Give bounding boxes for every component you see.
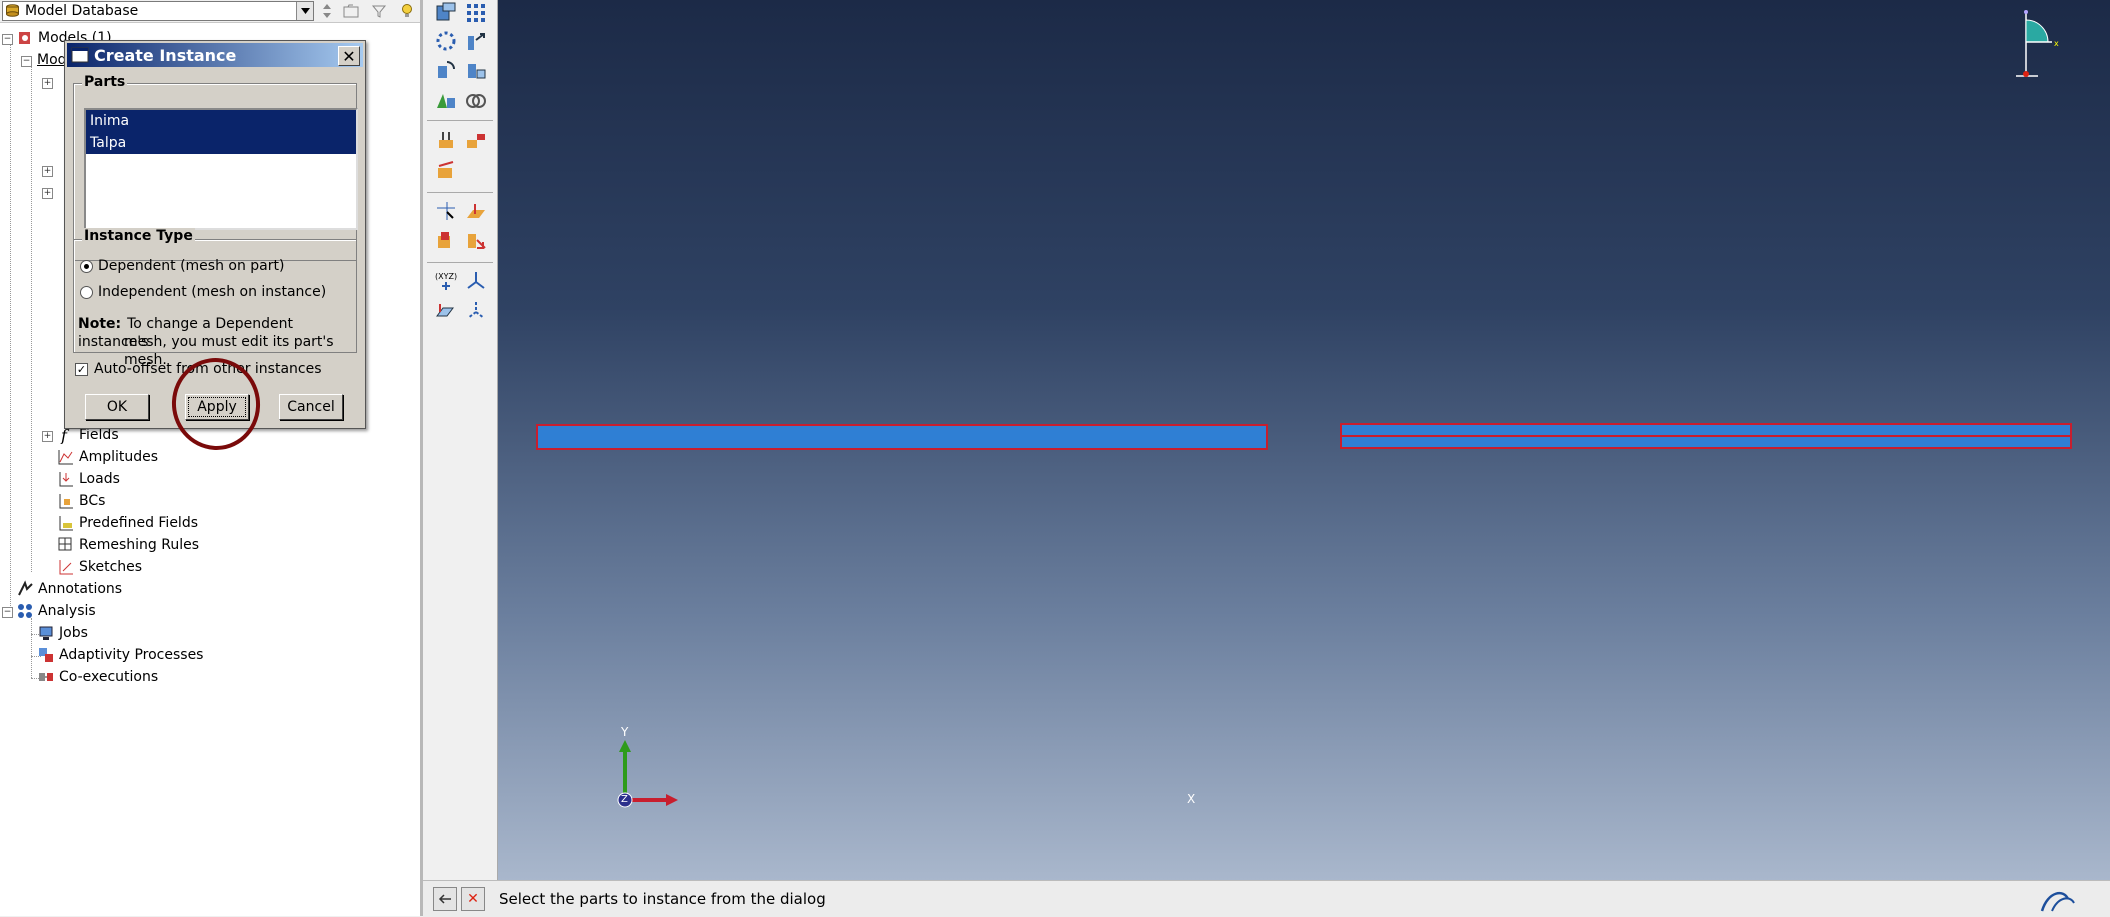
tree-expander[interactable]: + (42, 166, 53, 177)
tree-item-adaptivity-processes[interactable]: Adaptivity Processes (37, 645, 203, 665)
tree-item-loads[interactable]: Loads (57, 469, 120, 489)
tree-item-annotations[interactable]: Annotations (16, 579, 122, 599)
tree-expander[interactable]: − (2, 607, 13, 618)
radio-selected-icon[interactable] (80, 259, 93, 273)
co-executions-icon (39, 673, 53, 681)
list-item[interactable]: Talpa (86, 132, 356, 154)
apply-button[interactable]: Apply (185, 394, 249, 420)
part-instance-talpa[interactable] (1340, 423, 2072, 449)
remeshing-rules-icon (58, 537, 72, 551)
graphics-viewport[interactable]: x Y X Z (498, 0, 2110, 880)
axis-triad-tool-icon[interactable] (463, 268, 489, 294)
dialog-title-bar[interactable]: Create Instance ✕ (67, 43, 363, 67)
cancel-x-icon[interactable]: ✕ (461, 887, 485, 911)
create-instance-dialog: Create Instance ✕ Parts Inima Talpa Inst… (64, 40, 366, 429)
sketches-icon (59, 560, 73, 575)
close-icon[interactable]: ✕ (338, 46, 360, 66)
list-item[interactable]: Inima (86, 110, 356, 132)
models-icon (19, 32, 30, 44)
tree-expander[interactable]: − (21, 56, 32, 67)
triad-z-label: Z (621, 794, 628, 805)
loads-icon (59, 472, 73, 487)
instance-type-group-label: Instance Type (82, 228, 195, 244)
tree-expander[interactable]: − (2, 34, 13, 45)
simulia-logo (2040, 891, 2075, 912)
tree-item-predefined-fields[interactable]: Predefined Fields (57, 513, 198, 533)
adaptivity-processes-icon (39, 648, 53, 662)
radio-unselected-icon[interactable] (80, 285, 93, 299)
tree-item-analysis[interactable]: Analysis (16, 601, 96, 621)
merge-cut-tool-icon[interactable] (433, 88, 459, 114)
chevron-down-icon[interactable] (296, 2, 313, 20)
tree-item-jobs[interactable]: Jobs (37, 623, 88, 643)
tree-item-remeshing-rules[interactable]: Remeshing Rules (57, 535, 199, 555)
tree-expander[interactable]: + (42, 188, 53, 199)
part-instance-inima[interactable] (536, 424, 1268, 450)
boolean-tool-icon[interactable] (463, 88, 489, 114)
note-label: Note: (78, 316, 122, 332)
bcs-icon (59, 494, 73, 509)
svg-text:(XYZ): (XYZ) (435, 272, 457, 281)
datum-csys-tool-icon[interactable] (433, 228, 459, 254)
analysis-icon (18, 604, 32, 618)
model-database-label: Model Database (25, 3, 139, 19)
module-toolbox: (XYZ) (423, 0, 498, 880)
checkbox-checked-icon[interactable]: ✓ (75, 362, 88, 376)
triad-y-label: Y (621, 725, 629, 739)
predefined-fields-icon (59, 516, 73, 531)
tree-item-sketches[interactable]: Sketches (57, 557, 142, 577)
constraint-edge-tool-icon[interactable] (433, 158, 459, 184)
auto-offset-checkbox[interactable]: ✓ Auto-offset from other instances (75, 361, 322, 377)
tree-expander[interactable]: + (42, 78, 53, 89)
constraint-parallel-face-tool-icon[interactable] (433, 128, 459, 154)
radial-pattern-tool-icon[interactable] (433, 28, 459, 54)
parts-group-label: Parts (82, 74, 128, 90)
dependent-radio[interactable]: Dependent (mesh on part) (80, 258, 284, 274)
lightbulb-icon[interactable] (398, 2, 416, 20)
datum-axis-tool-icon[interactable] (463, 228, 489, 254)
svg-text:x: x (2054, 39, 2059, 48)
translate-to-tool-icon[interactable] (463, 56, 489, 82)
datum-plane-tool-icon[interactable] (463, 198, 489, 224)
filter-icon[interactable] (370, 2, 388, 20)
back-arrow-icon[interactable] (433, 887, 457, 911)
xyz-point-tool-icon[interactable]: (XYZ) (433, 268, 459, 294)
tree-item-model[interactable]: Mod (37, 50, 67, 70)
model-database-bar: Model Database (0, 0, 420, 23)
parts-list[interactable]: Inima Talpa (84, 108, 358, 230)
plane-offset-tool-icon[interactable] (433, 298, 459, 324)
tree-expander[interactable]: + (42, 431, 53, 442)
amplitudes-icon (58, 450, 73, 465)
prompt-text: Select the parts to instance from the di… (499, 890, 826, 908)
dialog-app-icon (71, 47, 89, 63)
triad-x-label: X (1187, 792, 1196, 806)
dialog-title: Create Instance (94, 45, 237, 65)
linear-pattern-tool-icon[interactable] (463, 0, 489, 26)
datum-point-tool-icon[interactable] (433, 198, 459, 224)
independent-radio[interactable]: Independent (mesh on instance) (80, 284, 326, 300)
create-instance-tool-icon[interactable] (433, 0, 459, 26)
annotations-icon (18, 580, 33, 596)
instance-type-group: Instance Type Dependent (mesh on part) I… (73, 228, 357, 368)
view-orientation-icon[interactable]: x (2008, 4, 2068, 78)
jobs-icon (39, 626, 53, 640)
tree-item-co-executions[interactable]: Co-executions (37, 667, 158, 687)
sort-arrows-icon[interactable] (318, 2, 336, 20)
database-icon (6, 4, 19, 17)
prompt-area: ✕ Select the parts to instance from the … (423, 880, 2110, 917)
model-database-select[interactable]: Model Database (2, 1, 314, 21)
constraint-face-to-face-tool-icon[interactable] (463, 128, 489, 154)
cancel-button[interactable]: Cancel (279, 394, 343, 420)
folder-up-icon[interactable] (342, 2, 360, 20)
tree-item-bcs[interactable]: BCs (57, 491, 105, 511)
translate-instance-tool-icon[interactable] (463, 28, 489, 54)
tree-item-amplitudes[interactable]: Amplitudes (57, 447, 158, 467)
csys-tool-icon[interactable] (463, 298, 489, 324)
ok-button[interactable]: OK (85, 394, 149, 420)
rotate-instance-tool-icon[interactable] (433, 56, 459, 82)
